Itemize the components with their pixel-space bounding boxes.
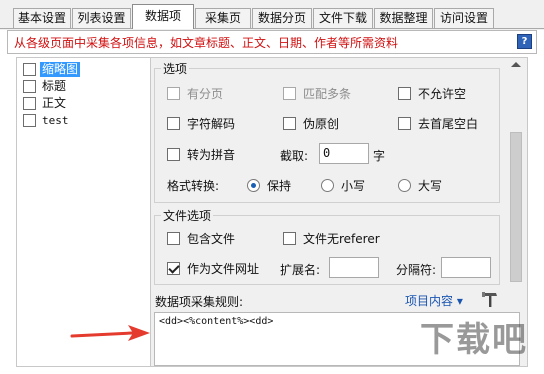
tree-item-label[interactable]: 标题 [40, 79, 68, 94]
separator-input[interactable] [441, 257, 491, 278]
annotation-arrow-icon [70, 325, 150, 341]
tree-item-label[interactable]: 正文 [40, 96, 68, 111]
tab-data-cleanup[interactable]: 数据整理 [374, 8, 433, 28]
to-pinyin-label: 转为拼音 [187, 148, 236, 162]
char-decode-checkbox[interactable] [167, 117, 180, 130]
no-referer-label: 文件无referer [303, 232, 380, 246]
watermark-logo: 下载吧 [420, 320, 528, 360]
match-multiple-checkbox[interactable] [283, 87, 296, 100]
tree-item-body[interactable]: 正文 [23, 95, 68, 111]
collect-rule-label: 数据项采集规则: [155, 295, 244, 309]
panel-scrollbar[interactable] [508, 58, 525, 288]
not-allow-empty-label: 不允许空 [418, 87, 467, 101]
trim-whitespace-label: 去首尾空白 [418, 117, 479, 131]
contains-file-label: 包含文件 [187, 232, 236, 246]
tree-item-checkbox[interactable] [23, 113, 36, 127]
tab-bar: 基本设置 列表设置 数据项 采集页 数据分页 文件下载 数据整理 访问设置 [0, 0, 544, 30]
help-icon[interactable]: ? [517, 34, 532, 49]
contains-file-checkbox[interactable] [167, 232, 180, 245]
tab-data-items[interactable]: 数据项 [132, 4, 194, 29]
tree-item-title[interactable]: 标题 [23, 78, 68, 94]
hammer-icon[interactable] [481, 290, 499, 308]
tab-access-settings[interactable]: 访问设置 [434, 8, 494, 28]
tree-item-label[interactable]: 缩略图 [40, 61, 81, 77]
file-options-group-title: 文件选项 [161, 207, 214, 224]
extract-unit: 字 [373, 149, 386, 163]
tab-collect-page[interactable]: 采集页 [195, 8, 251, 28]
not-allow-empty-checkbox[interactable] [398, 87, 411, 100]
pseudo-original-option[interactable]: 伪原创 [283, 115, 339, 132]
as-file-url-option[interactable]: 作为文件网址 [167, 260, 259, 277]
char-decode-option[interactable]: 字符解码 [167, 115, 235, 132]
tab-basic-settings[interactable]: 基本设置 [13, 8, 71, 28]
extension-label: 扩展名: [280, 263, 321, 277]
format-upper-radio[interactable] [398, 179, 411, 192]
scrollbar-thumb[interactable] [510, 132, 522, 282]
as-file-url-checkbox[interactable] [167, 262, 180, 275]
has-paging-label: 有分页 [187, 87, 224, 101]
contains-file-option[interactable]: 包含文件 [167, 230, 235, 247]
data-item-tree: 缩略图 标题 正文 test [16, 57, 151, 367]
tree-item-label[interactable]: test [40, 113, 71, 128]
tab-divider [0, 28, 544, 29]
tree-item-checkbox[interactable] [23, 96, 36, 110]
pseudo-original-checkbox[interactable] [283, 117, 296, 130]
no-referer-option[interactable]: 文件无referer [283, 230, 380, 247]
tab-data-paging[interactable]: 数据分页 [252, 8, 312, 28]
pseudo-original-label: 伪原创 [303, 117, 340, 131]
format-upper-label: 大写 [418, 179, 443, 193]
format-lower-option[interactable]: 小写 [321, 177, 365, 194]
tab-file-download[interactable]: 文件下载 [313, 8, 373, 28]
format-lower-radio[interactable] [321, 179, 334, 192]
tree-item-checkbox[interactable] [23, 62, 36, 76]
item-content-dropdown[interactable]: 项目内容 ▾ [405, 292, 463, 309]
extract-length-input[interactable]: 0 [319, 143, 369, 164]
as-file-url-label: 作为文件网址 [187, 262, 260, 276]
info-bar: 从各级页面中采集各项信息，如文章标题、正文、日期、作者等所需资料 ? [7, 30, 537, 54]
match-multiple-option[interactable]: 匹配多条 [283, 85, 351, 102]
separator-label: 分隔符: [396, 263, 437, 277]
format-upper-option[interactable]: 大写 [398, 177, 442, 194]
file-options-group: 文件选项 包含文件 文件无referer 作为文件网址 扩展名: 分隔符: [154, 207, 500, 285]
tree-item-test[interactable]: test [23, 112, 71, 128]
match-multiple-label: 匹配多条 [303, 87, 352, 101]
tree-item-thumbnail[interactable]: 缩略图 [23, 61, 81, 77]
tab-list-settings[interactable]: 列表设置 [72, 8, 131, 28]
format-convert-label: 格式转换: [167, 179, 220, 193]
format-keep-label: 保持 [267, 179, 292, 193]
options-group-title: 选项 [161, 60, 190, 77]
not-allow-empty-option[interactable]: 不允许空 [398, 85, 466, 102]
trim-whitespace-option[interactable]: 去首尾空白 [398, 115, 478, 132]
format-lower-label: 小写 [341, 179, 366, 193]
info-text: 从各级页面中采集各项信息，如文章标题、正文、日期、作者等所需资料 [14, 36, 399, 50]
options-group: 选项 有分页 匹配多条 不允许空 字符解码 伪原创 去首尾空白 转为拼音 截取:… [154, 60, 500, 203]
to-pinyin-checkbox[interactable] [167, 148, 180, 161]
tree-item-checkbox[interactable] [23, 79, 36, 93]
scroll-up-arrow-icon[interactable] [511, 62, 521, 67]
trim-whitespace-checkbox[interactable] [398, 117, 411, 130]
format-keep-radio[interactable] [247, 179, 260, 192]
has-paging-option[interactable]: 有分页 [167, 85, 223, 102]
format-keep-option[interactable]: 保持 [247, 177, 291, 194]
to-pinyin-option[interactable]: 转为拼音 [167, 146, 235, 163]
no-referer-checkbox[interactable] [283, 232, 296, 245]
has-paging-checkbox[interactable] [167, 87, 180, 100]
char-decode-label: 字符解码 [187, 117, 236, 131]
extract-label: 截取: [280, 149, 309, 163]
extension-input[interactable] [329, 257, 379, 278]
